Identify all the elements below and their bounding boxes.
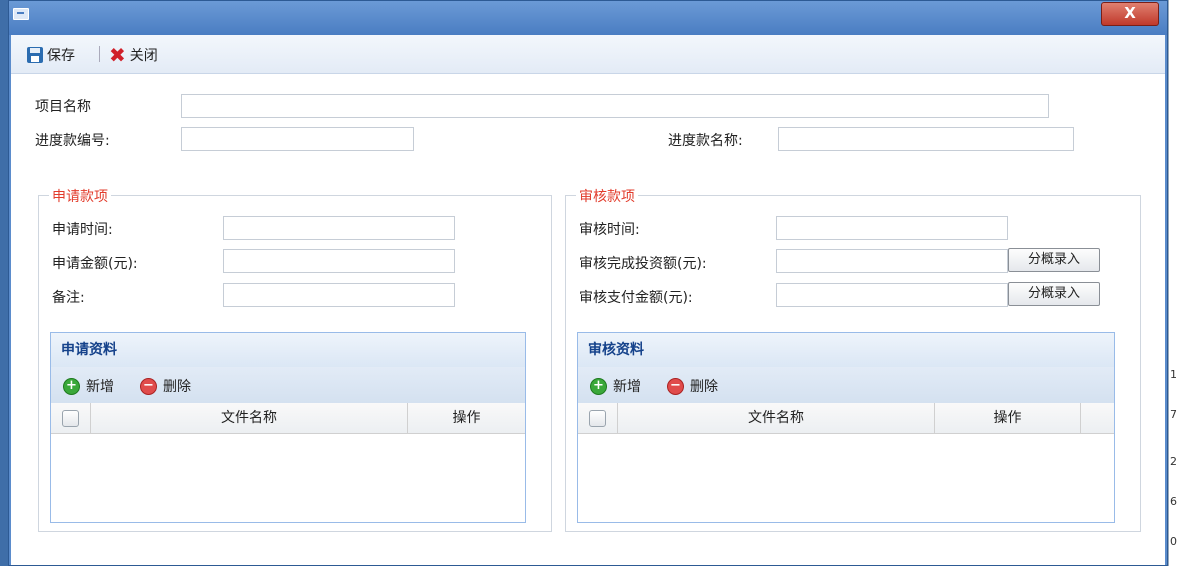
review-add-label: 新增: [613, 379, 641, 395]
review-grid-toolbar: + 新增 − 删除: [578, 367, 1114, 404]
save-icon: [27, 47, 43, 63]
apply-delete-button[interactable]: − 删除: [140, 376, 191, 396]
apply-legend: 申请款项: [49, 186, 111, 206]
review-fieldset: 审核款项 审核时间: 审核完成投资额(元): 分概录入 审核支付金额(元): 分…: [565, 186, 1141, 532]
apply-select-all-cell: [51, 403, 91, 433]
delete-icon: −: [667, 377, 684, 395]
review-legend: 审核款项: [576, 186, 638, 206]
apply-amount-label: 申请金额(元):: [52, 256, 138, 272]
review-col-operation[interactable]: 操作: [935, 403, 1081, 433]
toolbar: 保存 ✖ 关闭: [11, 35, 1165, 74]
dialog-window: X 保存 ✖ 关闭 项目名称 进度款编号: 进度款名称: 申请款项 申请时间: …: [8, 0, 1168, 566]
add-icon: +: [63, 377, 80, 395]
review-time-label: 审核时间:: [579, 222, 640, 238]
review-col-file-name[interactable]: 文件名称: [618, 403, 935, 433]
review-pay-input[interactable]: [776, 283, 1008, 307]
title-bar[interactable]: X: [9, 1, 1167, 35]
apply-col-operation[interactable]: 操作: [408, 403, 525, 433]
delete-icon: −: [140, 377, 157, 395]
background-app-right: 1 7 2 6 0: [1168, 0, 1181, 566]
review-grid-title: 审核资料: [578, 333, 1114, 368]
apply-grid-toolbar: + 新增 − 删除: [51, 367, 525, 404]
apply-time-input[interactable]: [223, 216, 455, 240]
apply-add-label: 新增: [86, 379, 114, 395]
apply-fieldset: 申请款项 申请时间: 申请金额(元): 备注: 申请资料 + 新增 − 删除 文…: [38, 186, 552, 532]
review-select-all-checkbox[interactable]: [589, 410, 606, 427]
background-text: 1: [1170, 368, 1177, 381]
apply-grid-title: 申请资料: [51, 333, 525, 368]
review-add-button[interactable]: + 新增: [590, 376, 641, 396]
background-text: 7: [1170, 408, 1177, 421]
apply-remark-label: 备注:: [52, 290, 85, 306]
window-icon: [13, 8, 29, 20]
save-label: 保存: [47, 48, 75, 64]
apply-remark-input[interactable]: [223, 283, 455, 307]
apply-col-file-name[interactable]: 文件名称: [91, 403, 408, 433]
review-invest-split-button[interactable]: 分概录入: [1008, 248, 1100, 272]
close-icon: ✖: [109, 43, 126, 67]
review-delete-button[interactable]: − 删除: [667, 376, 718, 396]
apply-select-all-checkbox[interactable]: [62, 410, 79, 427]
dialog-content: 保存 ✖ 关闭 项目名称 进度款编号: 进度款名称: 申请款项 申请时间: 申请…: [11, 35, 1165, 565]
review-invest-input[interactable]: [776, 249, 1008, 273]
apply-delete-label: 删除: [163, 379, 191, 395]
background-text: 6: [1170, 495, 1177, 508]
close-label: 关闭: [129, 48, 158, 64]
review-invest-label: 审核完成投资额(元):: [579, 256, 707, 272]
apply-grid-header-row: 文件名称 操作: [51, 403, 525, 434]
add-icon: +: [590, 377, 607, 395]
apply-add-button[interactable]: + 新增: [63, 376, 114, 396]
review-pay-label: 审核支付金额(元):: [579, 290, 693, 306]
progress-no-label: 进度款编号:: [35, 133, 110, 149]
review-pay-split-button[interactable]: 分概录入: [1008, 282, 1100, 306]
project-name-input[interactable]: [181, 94, 1049, 118]
review-grid-header-row: 文件名称 操作: [578, 403, 1114, 434]
apply-amount-input[interactable]: [223, 249, 455, 273]
close-button[interactable]: ✖ 关闭: [109, 45, 158, 65]
apply-files-grid: 申请资料 + 新增 − 删除 文件名称 操作: [50, 332, 526, 523]
progress-name-label: 进度款名称:: [668, 133, 743, 149]
background-text: 0: [1170, 535, 1177, 548]
progress-no-input[interactable]: [181, 127, 414, 151]
toolbar-separator: [99, 46, 100, 62]
window-close-button[interactable]: X: [1101, 2, 1159, 26]
review-time-input[interactable]: [776, 216, 1008, 240]
review-files-grid: 审核资料 + 新增 − 删除 文件名称 操作: [577, 332, 1115, 523]
review-delete-label: 删除: [690, 379, 718, 395]
background-text: 2: [1170, 455, 1177, 468]
background-app-left: [0, 0, 8, 566]
progress-name-input[interactable]: [778, 127, 1074, 151]
apply-time-label: 申请时间:: [52, 222, 113, 238]
save-button[interactable]: 保存: [27, 45, 75, 65]
project-name-label: 项目名称: [35, 99, 91, 115]
review-select-all-cell: [578, 403, 618, 433]
